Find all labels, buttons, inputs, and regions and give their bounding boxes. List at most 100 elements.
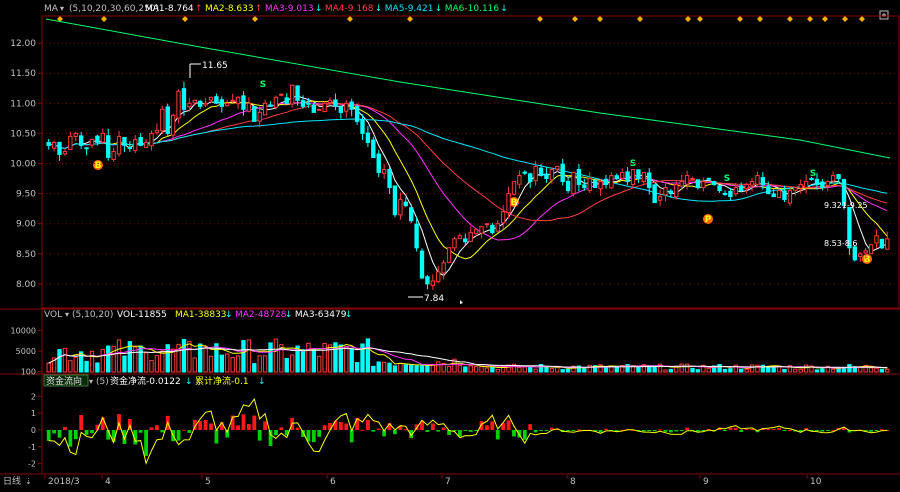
candle-body bbox=[257, 111, 262, 122]
candle-body bbox=[349, 101, 354, 110]
flow-bar bbox=[474, 430, 479, 431]
signal-diamond-icon bbox=[737, 16, 743, 22]
candle-body bbox=[327, 99, 333, 104]
candle-body bbox=[430, 280, 436, 286]
flow-bar bbox=[176, 430, 181, 441]
flow-dropdown-icon[interactable]: ▾ bbox=[89, 377, 93, 386]
candle-body bbox=[252, 106, 257, 122]
candle-body bbox=[284, 97, 289, 104]
month-label: 2018/3 bbox=[48, 477, 80, 487]
flow-bar bbox=[750, 429, 754, 431]
candle-body bbox=[549, 169, 555, 181]
flow-bar bbox=[328, 422, 332, 430]
flow-bar bbox=[577, 429, 581, 431]
volume-bar bbox=[560, 369, 565, 373]
vol-dropdown-icon[interactable]: ▾ bbox=[65, 310, 69, 319]
candle-body bbox=[711, 181, 717, 186]
period-arrow-icon[interactable]: ⇣ bbox=[25, 477, 32, 486]
volume-bar bbox=[831, 368, 836, 373]
month-label: 8 bbox=[570, 477, 576, 487]
candle-body bbox=[116, 135, 122, 155]
stock-chart[interactable]: MA ▾ (5,10,20,30,60,250) MA1-8.764 ↑ MA2-8… bbox=[0, 0, 900, 488]
flow-bar bbox=[668, 430, 673, 433]
flow-bar bbox=[198, 421, 203, 430]
candle-body bbox=[203, 102, 208, 106]
candle-body bbox=[73, 132, 78, 137]
candle-body bbox=[776, 190, 782, 198]
flow-bar bbox=[149, 427, 154, 430]
candle-body bbox=[170, 114, 176, 136]
flow-bar bbox=[479, 421, 484, 430]
volume-bar bbox=[106, 345, 111, 373]
mid-label-1: 9.321-9.25 bbox=[824, 201, 868, 210]
signal-mark: S bbox=[260, 80, 266, 90]
flow-bar bbox=[425, 430, 430, 432]
volume-bar bbox=[57, 349, 62, 373]
flow-bar bbox=[57, 430, 62, 438]
flow-bar bbox=[144, 430, 148, 456]
candle-body bbox=[457, 235, 463, 240]
flow-bar bbox=[528, 424, 533, 430]
volume-bar bbox=[587, 364, 592, 373]
candle-body bbox=[484, 223, 490, 226]
candle-body bbox=[614, 175, 619, 180]
flow-bar bbox=[214, 430, 219, 444]
volume-bar bbox=[755, 364, 760, 373]
ma-label-3: MA3-9.013 bbox=[265, 4, 314, 14]
volume-bar bbox=[717, 363, 722, 373]
candle-body bbox=[863, 250, 868, 254]
vol-ma-label-3: MA3-63479 bbox=[295, 310, 347, 320]
flow-bar bbox=[604, 428, 608, 430]
candle-body bbox=[268, 104, 273, 107]
top-right-icon[interactable] bbox=[879, 10, 889, 20]
candle-body bbox=[787, 190, 793, 204]
candle-body bbox=[511, 181, 517, 195]
candle-body bbox=[414, 223, 419, 249]
candle-body bbox=[506, 193, 511, 214]
candle-body bbox=[317, 108, 322, 111]
volume-bar bbox=[365, 338, 371, 373]
candle-body bbox=[160, 108, 165, 132]
flow-bar bbox=[436, 430, 441, 432]
volume-bar bbox=[555, 366, 560, 373]
candle-body bbox=[371, 139, 376, 158]
volume-bar bbox=[798, 368, 803, 373]
volume-bar bbox=[479, 365, 484, 373]
ma-arrow-5: ↓ bbox=[435, 4, 443, 14]
candle-body bbox=[51, 141, 57, 149]
price-tick-label: 10.00 bbox=[10, 160, 36, 170]
ma-line-6 bbox=[45, 18, 891, 159]
candle-body bbox=[100, 132, 105, 143]
volume-bar bbox=[116, 339, 122, 373]
period-label[interactable]: 日线 bbox=[3, 475, 21, 487]
volume-bar bbox=[766, 366, 771, 373]
candle-body bbox=[565, 180, 571, 192]
candle-body bbox=[717, 185, 722, 192]
candle-body bbox=[473, 229, 479, 234]
volume-bar bbox=[484, 367, 490, 373]
flow-bar bbox=[788, 429, 792, 431]
price-tick-label: 10.50 bbox=[10, 129, 36, 139]
candle-body bbox=[387, 169, 392, 189]
volume-bar bbox=[706, 367, 711, 373]
candle-body bbox=[798, 184, 803, 189]
flow-bar bbox=[652, 430, 657, 432]
volume-bar bbox=[322, 342, 327, 373]
volume-bar bbox=[506, 364, 511, 373]
candle-body bbox=[154, 129, 160, 133]
vol-indicator-name[interactable]: VOL bbox=[44, 310, 62, 320]
flow-bar bbox=[84, 430, 89, 435]
flow-indicator-name[interactable]: 资金流向 bbox=[46, 375, 82, 387]
flow-bar bbox=[825, 430, 830, 431]
candle-body bbox=[647, 172, 652, 189]
volume-bar bbox=[582, 368, 587, 373]
candle-body bbox=[538, 167, 544, 177]
ma-dropdown-icon[interactable]: ▾ bbox=[60, 4, 64, 13]
candle-body bbox=[89, 138, 95, 146]
signal-mark: S bbox=[810, 169, 816, 179]
signal-diamond-icon bbox=[685, 16, 691, 22]
flow-bar bbox=[598, 430, 603, 433]
candle-body bbox=[885, 238, 890, 250]
candle-body bbox=[592, 179, 598, 189]
ma-indicator-name[interactable]: MA bbox=[44, 4, 59, 14]
